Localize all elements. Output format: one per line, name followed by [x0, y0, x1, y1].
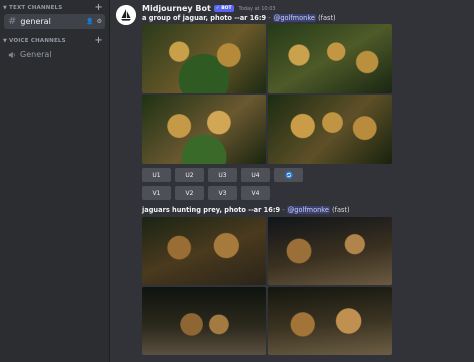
voice-channels-label: VOICE CHANNELS [9, 38, 66, 44]
generated-image[interactable] [142, 95, 266, 164]
chevron-down-icon: ▼ [3, 5, 8, 11]
voice-channels-category[interactable]: ▼ VOICE CHANNELS + [3, 35, 103, 47]
prompt-text: jaguars hunting prey, photo --ar 16:9 [142, 206, 281, 214]
prompt-separator: - [268, 14, 271, 22]
mode-label: (fast) [332, 206, 350, 214]
reroll-button[interactable] [274, 168, 303, 182]
bot-avatar[interactable] [116, 5, 136, 25]
upscale-button-3[interactable]: U3 [208, 168, 237, 182]
variation-button-1[interactable]: V1 [142, 186, 171, 200]
channel-name: general [20, 17, 51, 26]
message-timestamp: Today at 10:03 [238, 5, 276, 12]
text-channels-label: TEXT CHANNELS [9, 5, 63, 11]
variation-button-3[interactable]: V3 [208, 186, 237, 200]
upscale-button-row: U1 U2 U3 U4 [142, 168, 303, 182]
speaker-icon [8, 51, 15, 58]
upscale-button-1[interactable]: U1 [142, 168, 171, 182]
message-header: Midjourney Bot ✓ BOT Today at 10:03 [142, 4, 276, 13]
user-mention[interactable]: @golfmonke [272, 14, 316, 22]
generated-image[interactable] [142, 24, 266, 93]
variation-button-row: V1 V2 V3 V4 [142, 186, 270, 200]
generated-image[interactable] [268, 287, 392, 355]
voice-channel-name: General [20, 50, 52, 59]
add-member-icon[interactable]: 👤 [86, 18, 93, 25]
chevron-down-icon: ▼ [3, 38, 8, 44]
generated-image[interactable] [268, 24, 392, 93]
generated-image[interactable] [268, 217, 392, 285]
upscale-button-2[interactable]: U2 [175, 168, 204, 182]
image-grid-1[interactable] [142, 24, 392, 164]
voice-channel-general[interactable]: General [4, 47, 105, 62]
hash-icon: # [8, 16, 17, 27]
variation-button-2[interactable]: V2 [175, 186, 204, 200]
image-grid-2[interactable] [142, 217, 392, 355]
prompt-text: a group of jaguar, photo --ar 16:9 [142, 14, 267, 22]
generated-image[interactable] [142, 217, 266, 285]
user-mention[interactable]: @golfmonke [286, 206, 330, 214]
bot-badge: ✓ BOT [213, 5, 234, 12]
plus-icon[interactable]: + [94, 36, 103, 46]
prompt-separator: - [282, 206, 285, 214]
channel-general[interactable]: # general 👤 ⚙ [4, 14, 105, 29]
chat-area: Midjourney Bot ✓ BOT Today at 10:03 a gr… [110, 0, 474, 362]
generated-image[interactable] [142, 287, 266, 355]
variation-button-4[interactable]: V4 [241, 186, 270, 200]
gear-icon[interactable]: ⚙ [97, 18, 102, 25]
mode-label: (fast) [318, 14, 336, 22]
refresh-icon [284, 171, 293, 179]
author-name[interactable]: Midjourney Bot [142, 4, 211, 13]
channel-sidebar: ▼ TEXT CHANNELS + # general 👤 ⚙ ▼ VOICE … [0, 0, 110, 362]
generated-image[interactable] [268, 95, 392, 164]
plus-icon[interactable]: + [94, 3, 103, 13]
prompt-line-2: jaguars hunting prey, photo --ar 16:9 - … [142, 206, 350, 214]
sailboat-icon [116, 5, 136, 25]
prompt-line-1: a group of jaguar, photo --ar 16:9 - @go… [142, 14, 336, 22]
upscale-button-4[interactable]: U4 [241, 168, 270, 182]
text-channels-category[interactable]: ▼ TEXT CHANNELS + [3, 2, 103, 14]
